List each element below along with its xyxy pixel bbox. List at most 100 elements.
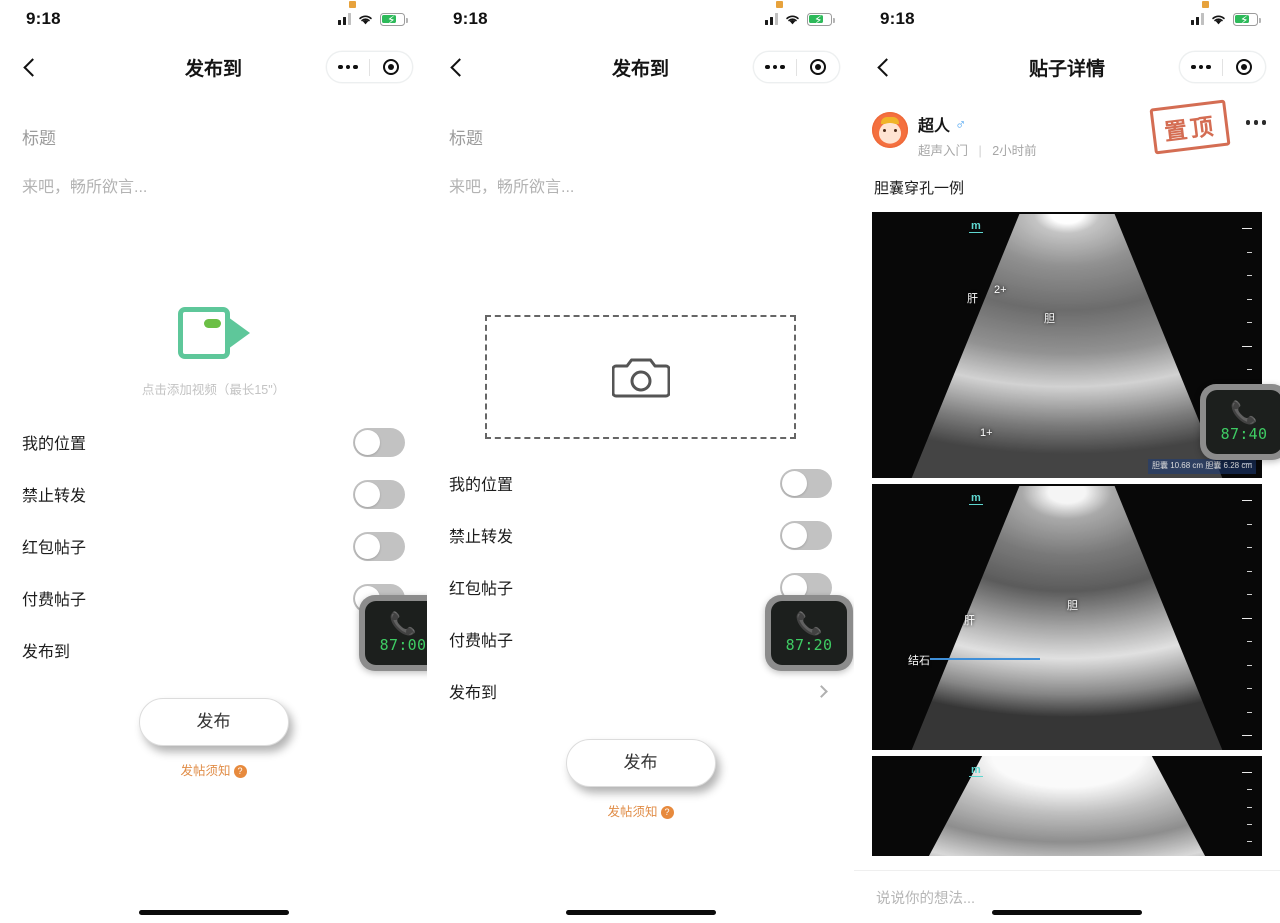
more-dots-icon[interactable] [327, 64, 369, 70]
more-dots-icon[interactable] [754, 64, 796, 70]
add-photo-dropzone[interactable] [485, 315, 796, 439]
annotation-arrow-line [930, 658, 1040, 660]
post-submeta: 超声入门 | 2小时前 [918, 140, 1037, 159]
miniprogram-capsule [326, 51, 413, 83]
status-indicators: ⚡ [764, 0, 835, 26]
redpacket-toggle[interactable] [353, 531, 405, 561]
post-timestamp: 2小时前 [992, 144, 1037, 158]
gender-male-icon: ♂ [955, 115, 967, 133]
avatar[interactable] [872, 112, 908, 148]
option-label: 禁止转发 [22, 488, 87, 505]
post-more-button[interactable] [1245, 120, 1266, 125]
status-clock: 9:18 [880, 9, 915, 28]
floating-call-widget[interactable]: 📞 87:20 [765, 595, 853, 671]
probe-mark-icon: m [969, 764, 983, 777]
caliper-2: 2+ [994, 284, 1007, 296]
help-icon[interactable]: ? [233, 764, 247, 778]
ultrasound-image-3[interactable]: m [872, 756, 1262, 856]
option-row-publish-to[interactable]: 发布到 [427, 665, 854, 717]
option-label: 红包帖子 [449, 581, 514, 598]
option-label: 红包帖子 [22, 540, 87, 557]
publish-area: 发布 发帖须知? [0, 698, 427, 779]
no-forward-toggle[interactable] [780, 520, 832, 550]
three-phone-screenshots: 9:18 ⚡ 发布到 标题 来吧，畅所欲言... 点击添加视频（最长15"） 我… [0, 0, 1280, 923]
publish-area: 发布 发帖须知? [427, 739, 854, 820]
option-label: 付费帖子 [449, 633, 514, 650]
close-target-icon[interactable] [797, 59, 839, 75]
option-row-no-forward[interactable]: 禁止转发 [427, 509, 854, 561]
option-row-redpacket[interactable]: 红包帖子 [0, 520, 427, 572]
status-bar: 9:18 ⚡ [854, 0, 1280, 38]
home-indicator [992, 910, 1142, 915]
probe-mark-icon: m [969, 492, 983, 505]
caliper-1: 1+ [980, 427, 993, 439]
posting-rules-link[interactable]: 发帖须知? [0, 760, 427, 779]
option-label: 发布到 [449, 685, 498, 702]
body-input[interactable]: 来吧，畅所欲言... [0, 149, 427, 197]
body-input[interactable]: 来吧，畅所欲言... [427, 149, 854, 197]
board-name[interactable]: 超声入门 [918, 144, 968, 158]
miniprogram-capsule [1179, 51, 1266, 83]
posting-rules-label: 发帖须知 [180, 764, 231, 778]
option-label: 我的位置 [22, 436, 87, 453]
status-indicators: ⚡ [337, 0, 408, 26]
publish-button[interactable]: 发布 [565, 739, 716, 787]
battery-charging-icon: ⚡ [807, 12, 835, 26]
post-image-gallery: m 肝 2+ 胆 1+ 胆囊 10.68 cm 胆囊 6.28 cm m 肝 胆… [854, 212, 1280, 856]
label-gallbladder: 胆 [1067, 600, 1078, 612]
home-indicator [138, 910, 289, 915]
more-dots-icon[interactable] [1180, 64, 1222, 70]
panel-compose-photo: 9:18 ⚡ 发布到 标题 来吧，畅所欲言... 我的位置 禁止转发 红包帖子 … [427, 0, 854, 923]
close-target-icon[interactable] [1223, 59, 1265, 75]
status-bar: 9:18 ⚡ [0, 0, 427, 38]
author-meta: 超人 ♂ 超声入门 | 2小时前 [918, 112, 1037, 159]
signal-bars-icon [1190, 13, 1204, 25]
meta-separator: | [978, 144, 982, 158]
posting-rules-link[interactable]: 发帖须知? [427, 801, 854, 820]
option-label: 付费帖子 [22, 592, 87, 609]
nav-bar: 发布到 [427, 38, 854, 96]
floating-call-widget[interactable]: 📞 87:00 [359, 595, 427, 671]
panel-post-detail: 9:18 ⚡ 贴子详情 超人 ♂ 超声入门 | 2小时前 置顶 胆囊穿孔一例 m… [854, 0, 1280, 923]
add-video-area[interactable]: 点击添加视频（最长15"） [0, 307, 427, 398]
option-row-location[interactable]: 我的位置 [427, 457, 854, 509]
home-indicator [565, 910, 716, 915]
option-row-no-forward[interactable]: 禁止转发 [0, 468, 427, 520]
pinned-stamp: 置顶 [1149, 99, 1231, 155]
probe-mark-icon: m [969, 220, 983, 233]
measurement-readout: 胆囊 10.68 cm 胆囊 6.28 cm [1147, 459, 1256, 474]
battery-charging-icon: ⚡ [1233, 12, 1261, 26]
back-button[interactable] [23, 57, 42, 77]
close-target-icon[interactable] [370, 59, 412, 75]
video-camera-icon [177, 307, 250, 359]
help-icon[interactable]: ? [660, 805, 674, 819]
chevron-right-icon [815, 684, 828, 698]
wifi-icon [786, 14, 799, 24]
label-liver: 肝 [967, 293, 978, 305]
option-label: 禁止转发 [449, 529, 514, 546]
location-toggle[interactable] [780, 468, 832, 498]
comment-placeholder: 说说你的想法... [876, 890, 976, 907]
depth-ruler [1238, 772, 1252, 842]
call-timer: 87:20 [785, 635, 833, 654]
nav-bar: 发布到 [0, 38, 427, 96]
title-input[interactable]: 标题 [0, 96, 427, 149]
floating-call-widget[interactable]: 📞 87:40 [1200, 384, 1280, 460]
location-toggle[interactable] [353, 427, 405, 457]
label-gallbladder: 胆 [1044, 313, 1055, 325]
title-input[interactable]: 标题 [427, 96, 854, 149]
label-stone: 结石 [908, 655, 930, 667]
panel-compose-video: 9:18 ⚡ 发布到 标题 来吧，畅所欲言... 点击添加视频（最长15"） 我… [0, 0, 427, 923]
publish-button[interactable]: 发布 [138, 698, 289, 746]
author-name[interactable]: 超人 [918, 112, 950, 136]
no-forward-toggle[interactable] [353, 479, 405, 509]
option-label: 发布到 [22, 644, 71, 661]
call-timer: 87:40 [1220, 424, 1268, 443]
ultrasound-image-2[interactable]: m 肝 胆 结石 [872, 484, 1262, 750]
comment-input-bar[interactable]: 说说你的想法... [854, 870, 1280, 923]
back-button[interactable] [450, 57, 469, 77]
back-button[interactable] [877, 57, 896, 77]
phone-icon: 📞 [795, 610, 823, 636]
option-row-location[interactable]: 我的位置 [0, 416, 427, 468]
recording-dot-icon [349, 0, 356, 8]
